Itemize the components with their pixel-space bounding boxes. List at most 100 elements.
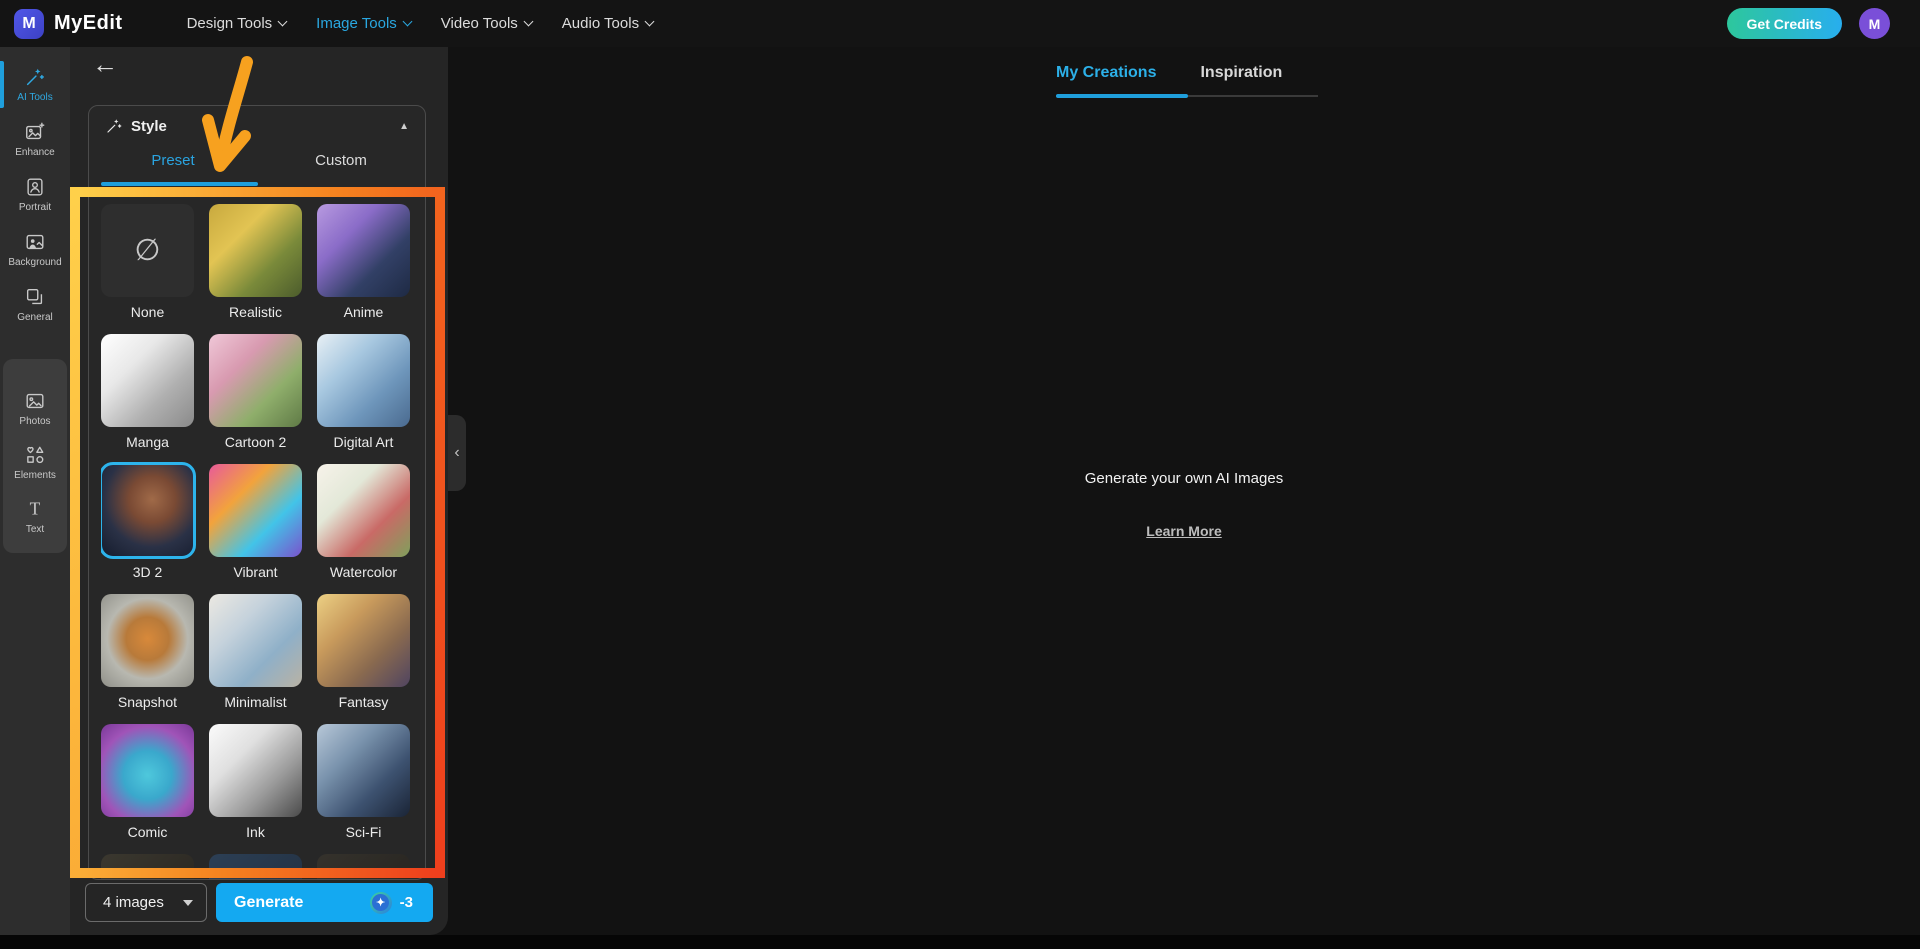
preset-thumbnail: [101, 594, 194, 687]
preset-label: Sci-Fi: [345, 824, 382, 840]
tab-preset[interactable]: Preset: [89, 148, 257, 173]
sidebar-item-elements[interactable]: Elements: [3, 435, 67, 489]
preset-3d-2[interactable]: 3D 2: [101, 462, 196, 594]
chevron-down-icon: [523, 16, 534, 27]
preset-none[interactable]: ∅ None: [101, 204, 194, 334]
myedit-app: M MyEdit Design Tools Image Tools Video …: [0, 0, 1920, 949]
sidebar-item-label: General: [17, 312, 53, 323]
preset-label: Anime: [343, 304, 384, 320]
left-workspace: AI Tools Enhance Portrait Background General…: [0, 47, 448, 935]
preset-thumbnail: [101, 854, 194, 879]
get-credits-button[interactable]: Get Credits: [1726, 8, 1842, 39]
photos-icon: [24, 390, 46, 412]
brand-name[interactable]: MyEdit: [54, 12, 123, 35]
preset-comic[interactable]: Comic: [101, 724, 194, 854]
user-avatar[interactable]: M: [1859, 8, 1890, 39]
tools-sidebar: AI Tools Enhance Portrait Background General…: [0, 47, 70, 935]
collapse-section-icon[interactable]: ▲: [399, 121, 409, 132]
preset-label: Manga: [126, 434, 169, 450]
nav-item-video-tools[interactable]: Video Tools: [441, 15, 534, 32]
sidebar-item-photos[interactable]: Photos: [3, 381, 67, 435]
nav-item-design-tools[interactable]: Design Tools: [187, 15, 288, 32]
shapes-icon: [24, 444, 46, 466]
preset-label: Watercolor: [329, 564, 398, 580]
style-card-header: Style ▲: [89, 106, 425, 136]
sidebar-item-label: Enhance: [15, 147, 55, 158]
sidebar-item-enhance[interactable]: Enhance: [0, 112, 70, 167]
sidebar-item-background[interactable]: Background: [0, 222, 70, 277]
preset-digital-art[interactable]: Digital Art: [317, 334, 410, 464]
preset-fantasy[interactable]: Fantasy: [317, 594, 410, 724]
tab-my-creations[interactable]: My Creations: [1056, 64, 1156, 82]
text-icon: T: [24, 498, 46, 520]
preset-thumbnail: [317, 334, 410, 427]
preset-vibrant[interactable]: Vibrant: [209, 464, 302, 594]
preset-watercolor[interactable]: Watercolor: [317, 464, 410, 594]
nav-item-image-tools[interactable]: Image Tools: [316, 15, 413, 32]
portrait-icon: [24, 176, 46, 198]
nav-right: Get Credits M: [1726, 8, 1920, 39]
preset-thumbnail: [317, 854, 410, 879]
style-card: Style ▲ Preset Custom ∅ None Realistic Anim…: [88, 105, 426, 880]
preset-cartoon-2[interactable]: Cartoon 2: [209, 334, 302, 464]
preset-sci-fi[interactable]: Sci-Fi: [317, 724, 410, 854]
preset-cropped[interactable]: [101, 854, 194, 879]
caret-down-icon: [183, 899, 193, 906]
back-arrow-icon[interactable]: ←: [92, 51, 118, 77]
chevron-down-icon: [644, 16, 655, 27]
preset-label: Comic: [127, 824, 168, 840]
image-count-select[interactable]: 4 images: [85, 883, 207, 922]
preset-anime[interactable]: Anime: [317, 204, 410, 334]
active-tab-indicator: [1056, 94, 1188, 98]
nav-item-audio-tools[interactable]: Audio Tools: [562, 15, 655, 32]
myedit-logo-icon[interactable]: M: [14, 8, 44, 39]
sidebar-item-ai-tools[interactable]: AI Tools: [0, 57, 70, 112]
preset-thumbnail: [209, 594, 302, 687]
magic-wand-icon: [105, 117, 123, 135]
magic-wand-icon: [24, 66, 46, 88]
generate-button[interactable]: Generate ✦ -3: [216, 883, 433, 922]
preset-thumbnail: [317, 594, 410, 687]
panel-collapse-handle[interactable]: ‹: [448, 415, 466, 491]
preset-cropped[interactable]: [317, 854, 410, 879]
learn-more-link[interactable]: Learn More: [1146, 523, 1221, 539]
sidebar-top-group: AI Tools Enhance Portrait Background General: [0, 57, 70, 332]
preset-ink[interactable]: Ink: [209, 724, 302, 854]
preset-thumbnail: [209, 464, 302, 557]
page-bottom-strip: [0, 935, 1920, 949]
preset-thumbnail: [317, 464, 410, 557]
empty-state: Generate your own AI Images Learn More: [448, 470, 1920, 539]
preset-label: Cartoon 2: [224, 434, 287, 450]
tab-custom[interactable]: Custom: [257, 148, 425, 173]
background-icon: [24, 231, 46, 253]
preset-thumbnail: [209, 724, 302, 817]
chevron-down-icon: [402, 16, 413, 27]
preset-thumbnail: [317, 204, 410, 297]
sidebar-item-label: Background: [8, 257, 62, 268]
preset-label: Digital Art: [333, 434, 394, 450]
style-section-title: Style: [131, 117, 167, 135]
preset-snapshot[interactable]: Snapshot: [101, 594, 194, 724]
preset-thumbnail: [209, 854, 302, 879]
preset-minimalist[interactable]: Minimalist: [209, 594, 302, 724]
preset-thumbnail: [101, 334, 194, 427]
preset-cropped[interactable]: [209, 854, 302, 879]
tab-track: [1056, 94, 1318, 98]
chevron-down-icon: [277, 16, 288, 27]
preset-label: Snapshot: [117, 694, 178, 710]
preset-thumbnail: [317, 724, 410, 817]
sidebar-item-label: Text: [25, 523, 45, 535]
sidebar-item-text[interactable]: T Text: [3, 489, 67, 543]
preset-manga[interactable]: Manga: [101, 334, 194, 464]
sidebar-item-general[interactable]: General: [0, 277, 70, 332]
top-navbar: M MyEdit Design Tools Image Tools Video …: [0, 0, 1920, 47]
layers-icon: [24, 286, 46, 308]
sidebar-item-label: Elements: [14, 469, 56, 481]
style-tabs: Preset Custom: [89, 148, 425, 173]
preset-thumbnail: ∅: [101, 204, 194, 297]
sidebar-item-portrait[interactable]: Portrait: [0, 167, 70, 222]
sidebar-item-label: Portrait: [18, 202, 52, 213]
preset-realistic[interactable]: Realistic: [209, 204, 302, 334]
main-tabs: My Creations Inspiration: [1056, 64, 1318, 98]
tab-inspiration[interactable]: Inspiration: [1200, 64, 1282, 82]
